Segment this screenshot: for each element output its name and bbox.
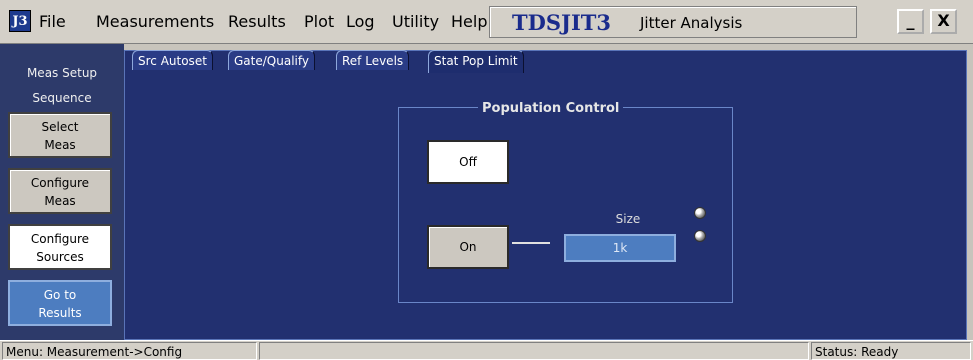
size-label: Size bbox=[615, 212, 641, 226]
menu-path-text: Menu: Measurement->Config bbox=[2, 342, 257, 360]
menu-help[interactable]: Help bbox=[451, 13, 487, 31]
fine-knob-icon[interactable] bbox=[694, 230, 706, 242]
brand-subtitle: Jitter Analysis bbox=[640, 14, 743, 32]
coarse-knob-icon[interactable] bbox=[694, 207, 706, 219]
configure-sources-label-2: Sources bbox=[36, 250, 84, 264]
menu-utility[interactable]: Utility bbox=[392, 13, 439, 31]
off-button[interactable]: Off bbox=[427, 140, 509, 184]
tab-gate-qualify[interactable]: Gate/Qualify bbox=[228, 50, 315, 70]
population-control-group bbox=[398, 107, 733, 303]
tab-stat-pop-limit[interactable]: Stat Pop Limit bbox=[428, 50, 524, 73]
menu-file[interactable]: File bbox=[39, 13, 66, 31]
go-to-results-label-2: Results bbox=[38, 306, 82, 320]
brand-title: TDSJIT3 bbox=[512, 10, 612, 35]
status-bar: Menu: Measurement->Config Status: Ready bbox=[0, 340, 973, 360]
minimize-button[interactable]: _ bbox=[897, 9, 924, 34]
app-logo-icon: J3 bbox=[9, 10, 31, 32]
population-control-title: Population Control bbox=[478, 101, 624, 116]
menu-measurements[interactable]: Measurements bbox=[96, 13, 214, 31]
tab-ref-levels[interactable]: Ref Levels bbox=[336, 50, 410, 70]
sidebar-title-line1: Meas Setup bbox=[26, 66, 98, 80]
on-button[interactable]: On bbox=[427, 225, 509, 269]
configure-sources-button[interactable]: Configure Sources bbox=[8, 224, 112, 270]
brand-box: TDSJIT3 Jitter Analysis bbox=[489, 6, 857, 38]
go-to-results-button[interactable]: Go to Results bbox=[8, 280, 112, 326]
menu-log[interactable]: Log bbox=[346, 13, 375, 31]
configure-meas-button[interactable]: Configure Meas bbox=[8, 168, 112, 214]
configure-meas-label-1: Configure bbox=[30, 176, 90, 190]
tab-src-autoset[interactable]: Src Autoset bbox=[132, 50, 213, 70]
configure-meas-label-2: Meas bbox=[44, 194, 76, 208]
go-to-results-label-1: Go to bbox=[43, 288, 77, 302]
status-spacer bbox=[259, 342, 809, 360]
menu-results[interactable]: Results bbox=[228, 13, 286, 31]
select-meas-label-1: Select bbox=[41, 120, 79, 134]
status-text: Status: Ready bbox=[811, 342, 971, 360]
menu-plot[interactable]: Plot bbox=[304, 13, 334, 31]
select-meas-button[interactable]: Select Meas bbox=[8, 112, 112, 158]
sidebar-title-line2: Sequence bbox=[32, 91, 92, 105]
select-meas-label-2: Meas bbox=[44, 138, 76, 152]
close-button[interactable]: X bbox=[930, 9, 957, 34]
sidebar: Meas Setup Sequence Select Meas Configur… bbox=[0, 44, 124, 340]
on-size-connector bbox=[512, 242, 550, 244]
configure-sources-label-1: Configure bbox=[30, 232, 90, 246]
menu-bar: J3 File Measurements Results Plot Log Ut… bbox=[0, 0, 973, 44]
size-input[interactable]: 1k bbox=[564, 234, 676, 262]
